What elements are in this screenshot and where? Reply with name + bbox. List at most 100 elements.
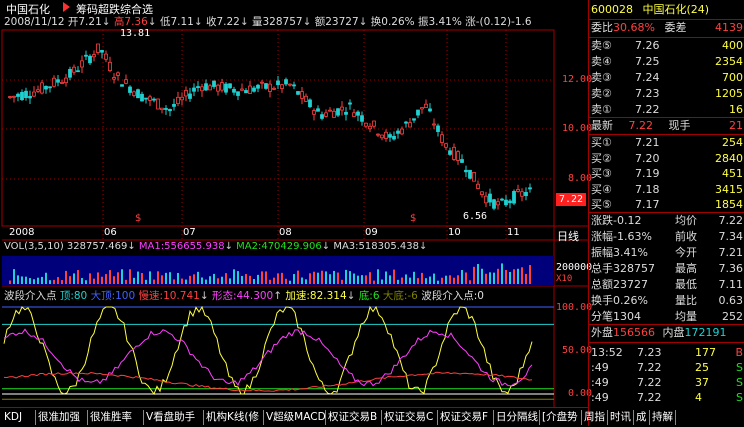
volume-bar — [97, 272, 99, 284]
indicator-tab[interactable]: V看盘助手 — [144, 410, 204, 425]
indicator-tab[interactable]: 很准胜率 — [88, 410, 144, 425]
volume-bar — [517, 268, 519, 284]
indicator-tab[interactable]: 成 — [634, 410, 650, 425]
volume-bar — [313, 271, 315, 284]
volume-bar — [281, 272, 283, 284]
indicator-tab[interactable]: 周指 — [582, 410, 608, 425]
volume-bar — [157, 271, 159, 284]
candle-body — [316, 108, 320, 112]
candle-body — [16, 93, 20, 97]
candle-body — [80, 60, 84, 68]
indicator-tab[interactable]: [介盘势 — [540, 410, 582, 425]
volume-bar — [361, 275, 363, 284]
candle-body — [92, 54, 96, 58]
volume-bar — [401, 277, 403, 284]
candle-body — [220, 82, 224, 91]
candle-body — [264, 83, 268, 89]
candle-body — [88, 55, 92, 64]
volume-bar — [41, 276, 43, 284]
candle-body — [332, 110, 336, 118]
indicator-tab[interactable]: 日分隔线 — [494, 410, 540, 425]
volume-bar — [309, 273, 311, 284]
indicator-tab[interactable]: 很准加强 — [36, 410, 88, 425]
candle-body — [208, 85, 212, 91]
candle-body — [268, 83, 272, 92]
volume-bar — [325, 271, 327, 284]
volume-bar — [93, 278, 95, 284]
indicator-tab[interactable]: 时讯 — [608, 410, 634, 425]
volume-bar — [297, 270, 299, 284]
volume-bar — [185, 279, 187, 284]
volume-bar — [29, 278, 31, 284]
volume-bar — [201, 277, 203, 284]
volume-bar — [113, 276, 115, 284]
candle-body — [416, 109, 420, 116]
period-label[interactable]: 日线 — [557, 228, 579, 244]
candle-body — [96, 43, 100, 53]
candle-body — [272, 87, 276, 90]
candle-body — [156, 98, 160, 110]
candle-body — [228, 83, 232, 89]
candle-body — [276, 80, 280, 86]
candle-body — [400, 128, 404, 135]
candle-body — [36, 89, 40, 92]
volume-bar — [149, 271, 151, 284]
volume-bar — [473, 266, 475, 284]
indicator-tab[interactable]: V超级MACD — [264, 410, 326, 425]
indicator-tab[interactable]: 权证交易B — [326, 410, 382, 425]
volume-bar — [37, 277, 39, 284]
candle-body — [480, 191, 484, 195]
volume-bar — [389, 275, 391, 284]
volume-bar — [45, 272, 47, 284]
volume-bar — [449, 275, 451, 284]
volume-bar — [397, 279, 399, 284]
volume-bar — [425, 278, 427, 284]
volume-bar — [49, 280, 51, 284]
stat-row: 总额23727 最低 7.11 — [591, 278, 743, 291]
candle-body — [20, 92, 24, 100]
candle-body — [344, 111, 348, 115]
volume-bar — [417, 278, 419, 284]
volume-bar — [393, 269, 395, 284]
candle-body — [176, 96, 180, 105]
bid-row: 买③ 7.19 451 — [591, 167, 743, 180]
volume-bar — [405, 274, 407, 284]
volume-bar — [261, 271, 263, 284]
candle-body — [432, 123, 436, 126]
ask-row: 卖⑤ 7.26 400 — [591, 39, 743, 52]
indicator-tab[interactable]: 权证交易F — [438, 410, 494, 425]
candle-body — [124, 79, 128, 84]
candle-body — [524, 191, 528, 197]
volume-bar — [509, 272, 511, 284]
outer-inner-row: 外盘156566 内盘172191 — [591, 326, 727, 339]
candle-body — [464, 169, 468, 173]
volume-bar — [81, 278, 83, 284]
volume-bar — [441, 277, 443, 284]
volume-bar — [33, 279, 35, 284]
month-gridlines — [102, 30, 507, 240]
indicator-tab[interactable]: 机构K线(修 — [204, 410, 264, 425]
volume-bar — [57, 277, 59, 284]
indicator-tab[interactable]: 持解 — [650, 410, 676, 425]
indicator-tab[interactable]: 权证交易C — [382, 410, 438, 425]
candle-body — [68, 69, 72, 78]
volume-bar — [137, 271, 139, 284]
candle-body — [508, 200, 512, 204]
candle-body — [152, 98, 156, 101]
volume-bar — [497, 268, 499, 284]
volume-bar — [429, 276, 431, 284]
chart-area[interactable]: $ $ — [0, 0, 588, 407]
month-label: 08 — [279, 227, 292, 238]
indicator-tab[interactable]: KDJ — [2, 410, 36, 425]
candle-body — [200, 86, 204, 92]
candle-body — [516, 189, 520, 192]
volume-bar — [421, 272, 423, 284]
candle-body — [244, 90, 248, 94]
candle-body — [328, 109, 332, 112]
candle-body — [408, 122, 412, 128]
candle-body — [76, 70, 80, 73]
candle-body — [424, 103, 428, 109]
high-marker: 13.81 — [120, 28, 151, 39]
stat-row: 总手328757 最高 7.36 — [591, 262, 743, 275]
stat-row: 分笔1304 均量 252 — [591, 310, 743, 323]
